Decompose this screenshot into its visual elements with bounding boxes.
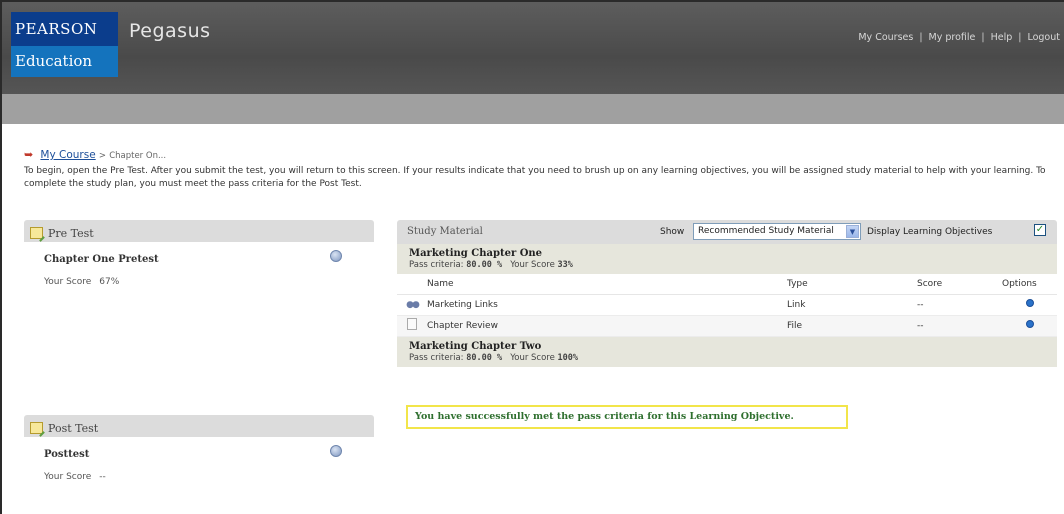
- material-name[interactable]: Marketing Links: [427, 294, 787, 316]
- material-type: Link: [787, 294, 917, 316]
- nav-separator: |: [1018, 32, 1022, 43]
- nav-my-profile[interactable]: My profile: [929, 32, 976, 43]
- show-label: Show: [660, 227, 685, 237]
- nav-separator: |: [981, 32, 985, 43]
- score-value: --: [99, 472, 106, 482]
- nav-my-courses[interactable]: My Courses: [858, 32, 913, 43]
- icon-column-header: [397, 274, 427, 295]
- pearson-logo[interactable]: PEARSON Education: [11, 12, 118, 77]
- chapter-block: Marketing Chapter Two Pass criteria: 80.…: [397, 336, 1057, 367]
- column-header-score: Score: [917, 274, 1002, 295]
- nav-help[interactable]: Help: [991, 32, 1013, 43]
- success-message: You have successfully met the pass crite…: [406, 405, 848, 429]
- post-test-title[interactable]: Posttest: [44, 449, 89, 460]
- your-score-value: 100%: [557, 352, 579, 363]
- your-score-label: Your Score: [510, 260, 555, 270]
- your-score-value: 33%: [557, 260, 573, 270]
- pass-criteria-label: Pass criteria:: [409, 352, 464, 363]
- breadcrumb: ➥ My Course > Chapter On...: [24, 148, 166, 161]
- nav-logout[interactable]: Logout: [1027, 32, 1060, 43]
- sub-nav-bar: [2, 94, 1064, 124]
- app-name: Pegasus: [129, 20, 211, 42]
- pre-test-panel: Pre Test Chapter One Pretest Your Score 6…: [24, 220, 374, 300]
- logo-top-text: PEARSON: [11, 12, 118, 46]
- pre-test-score: Your Score 67%: [44, 277, 119, 287]
- pre-test-heading: Pre Test: [48, 226, 94, 240]
- study-material-heading: Study Material: [407, 226, 483, 237]
- nav-separator: |: [919, 32, 923, 43]
- column-header-type: Type: [787, 274, 917, 295]
- show-select[interactable]: Recommended Study Material ▼: [693, 223, 861, 240]
- material-name[interactable]: Chapter Review: [427, 315, 787, 337]
- post-test-score: Your Score --: [44, 472, 106, 482]
- post-test-header: Post Test: [24, 415, 374, 437]
- pre-test-header: Pre Test: [24, 220, 374, 242]
- intro-text: To begin, open the Pre Test. After you s…: [24, 166, 1046, 189]
- back-arrow-icon[interactable]: ➥: [24, 148, 33, 161]
- study-material-panel: Study Material Show Recommended Study Ma…: [397, 220, 1057, 367]
- pre-test-title[interactable]: Chapter One Pretest: [44, 254, 159, 265]
- logo-bottom-text: Education: [11, 46, 118, 77]
- top-nav: My Courses | My profile | Help | Logout: [858, 32, 1060, 43]
- pass-criteria-label: Pass criteria:: [409, 260, 464, 270]
- table-header-row: Name Type Score Options: [397, 274, 1057, 295]
- chapter-meta: Pass criteria: 80.00 % Your Score 100%: [409, 353, 1057, 363]
- score-value: 67%: [99, 277, 120, 287]
- info-icon[interactable]: [330, 445, 342, 457]
- display-learning-objectives-label: Display Learning Objectives: [867, 227, 993, 237]
- options-icon[interactable]: [1025, 299, 1034, 307]
- your-score-label: Your Score: [510, 352, 555, 363]
- file-icon: [407, 318, 417, 330]
- link-icon: ●●: [406, 299, 420, 310]
- materials-table: Name Type Score Options ●● Marketing Lin…: [397, 274, 1057, 337]
- edit-note-icon: [30, 227, 43, 239]
- pass-criteria-value: 80.00 %: [466, 260, 503, 270]
- material-score: --: [917, 315, 1002, 337]
- pass-criteria-value: 80.00 %: [466, 352, 503, 363]
- table-row: ●● Marketing Links Link --: [397, 294, 1057, 316]
- post-test-heading: Post Test: [48, 421, 99, 435]
- study-material-header: Study Material Show Recommended Study Ma…: [397, 220, 1057, 244]
- display-learning-objectives-checkbox[interactable]: ✓: [1034, 224, 1046, 236]
- chapter-meta: Pass criteria: 80.00 % Your Score 33%: [409, 260, 1057, 270]
- chapter-name: Marketing Chapter One: [409, 248, 543, 259]
- chapter-name: Marketing Chapter Two: [409, 340, 542, 352]
- table-row: Chapter Review File --: [397, 315, 1057, 337]
- breadcrumb-current: Chapter On...: [109, 151, 167, 161]
- chapter-block: Marketing Chapter One Pass criteria: 80.…: [397, 244, 1057, 274]
- breadcrumb-separator: >: [98, 151, 106, 161]
- score-label: Your Score: [44, 472, 92, 482]
- score-label: Your Score: [44, 277, 92, 287]
- material-type: File: [787, 315, 917, 337]
- column-header-name: Name: [427, 274, 787, 295]
- column-header-options: Options: [1002, 274, 1057, 295]
- chevron-down-icon[interactable]: ▼: [846, 225, 859, 238]
- material-score: --: [917, 294, 1002, 316]
- header-bar: PEARSON Education Pegasus My Courses | My …: [2, 2, 1064, 94]
- options-icon[interactable]: [1025, 320, 1034, 328]
- edit-note-icon: [30, 422, 43, 434]
- post-test-panel: Post Test Posttest Your Score --: [24, 415, 374, 495]
- info-icon[interactable]: [330, 250, 342, 262]
- breadcrumb-my-course-link[interactable]: My Course: [40, 149, 95, 161]
- show-select-value: Recommended Study Material: [698, 226, 834, 236]
